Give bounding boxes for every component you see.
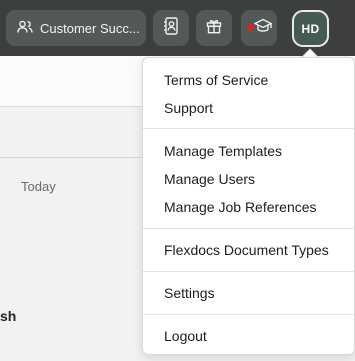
notification-dot xyxy=(247,24,254,31)
contacts-button[interactable] xyxy=(153,10,189,46)
menu-item-manage-users[interactable]: Manage Users xyxy=(164,171,255,187)
gift-button[interactable] xyxy=(196,10,232,46)
menu-item-manage-templates[interactable]: Manage Templates xyxy=(164,143,282,159)
menu-divider xyxy=(143,228,354,229)
top-navigation-bar: Customer Succ... HD xyxy=(0,0,355,56)
partial-row-text: sh xyxy=(0,308,17,324)
user-dropdown-menu: Terms of Service Support Manage Template… xyxy=(142,57,355,355)
team-selector-label: Customer Succ... xyxy=(40,20,140,36)
menu-item-terms-of-service[interactable]: Terms of Service xyxy=(164,72,268,88)
graduation-cap-icon xyxy=(253,18,273,39)
team-selector-button[interactable]: Customer Succ... xyxy=(6,10,146,46)
menu-divider xyxy=(143,128,354,129)
menu-divider xyxy=(143,271,354,272)
menu-item-flexdocs-document-types[interactable]: Flexdocs Document Types xyxy=(164,242,329,258)
gift-icon xyxy=(206,18,222,39)
menu-item-support[interactable]: Support xyxy=(164,100,213,116)
user-avatar-button[interactable]: HD xyxy=(292,10,329,47)
address-book-icon xyxy=(163,16,179,40)
content-divider xyxy=(0,157,150,158)
menu-item-settings[interactable]: Settings xyxy=(164,285,215,301)
learning-button[interactable] xyxy=(241,10,277,46)
menu-item-logout[interactable]: Logout xyxy=(164,328,207,344)
today-label: Today xyxy=(21,179,56,194)
menu-item-manage-job-references[interactable]: Manage Job References xyxy=(164,199,317,215)
menu-divider xyxy=(143,314,354,315)
users-icon xyxy=(17,20,33,37)
